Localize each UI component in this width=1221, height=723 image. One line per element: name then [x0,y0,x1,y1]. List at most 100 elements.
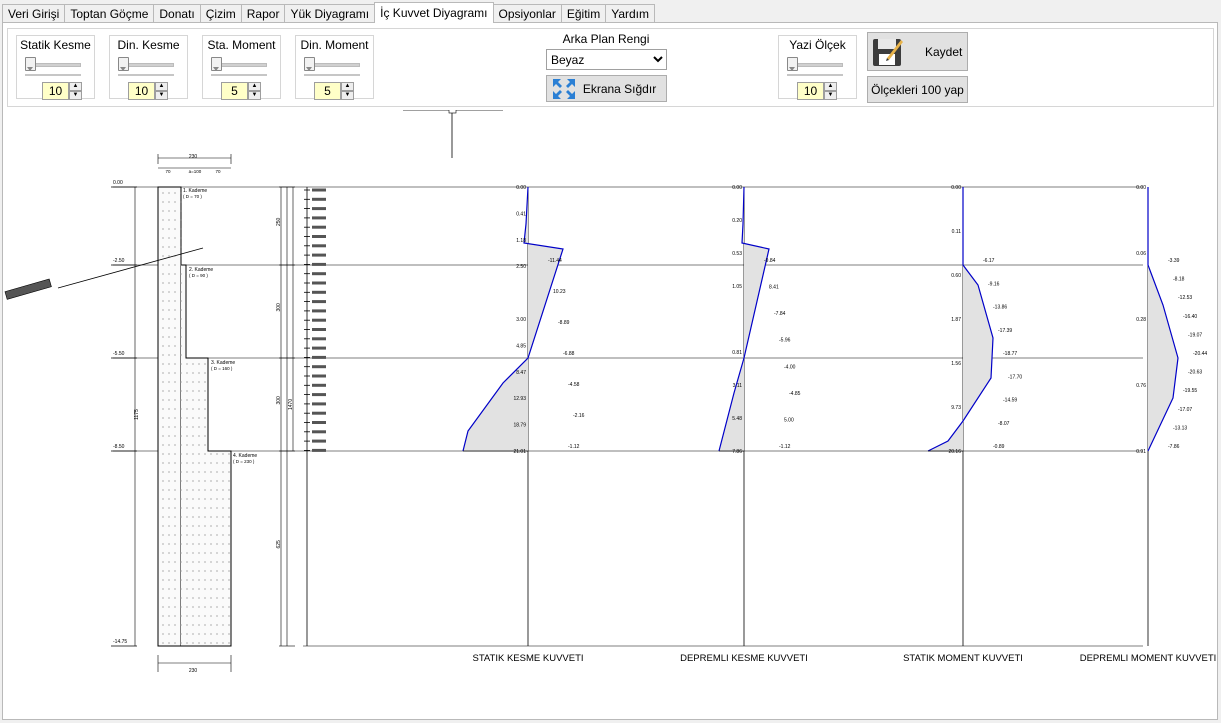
diagram-canvas[interactable]: 230 70 a=100 70 230 0.00 -2.50 -5.50 -8.50 -14.75… [3,106,1217,718]
pile-texture-dot [168,201,170,203]
save-button[interactable]: Kaydet [867,32,968,71]
pile-texture-dot [204,507,206,509]
pile-texture-dot [204,543,206,545]
tab-6[interactable]: Yük Diyagramı [284,4,376,22]
tab-4[interactable]: Çizim [199,4,242,22]
diagram-value-left: 3.11 [733,383,743,389]
diagram-value-left: 0.28 [1136,317,1146,323]
pile-texture-dot [192,480,194,482]
spin-up-icon[interactable]: ▲ [248,82,261,91]
scale-slider[interactable] [211,57,267,71]
pile-texture-dot [180,300,182,302]
pile-texture-dot [228,534,230,536]
scale-value[interactable]: 10 [42,82,69,100]
pile-texture-dot [174,210,176,212]
axis-tick-label [312,393,326,397]
scale-slider[interactable] [25,57,81,71]
pile-texture-dot [192,390,194,392]
dim-segment-height: 300 [276,396,282,405]
pile-texture-dot [210,561,212,563]
diagram-value-left: 0.00 [1136,185,1146,191]
font-scale-value[interactable]: 10 [797,82,824,100]
pile-texture-dot [174,462,176,464]
pile-texture-dot [162,201,164,203]
scale-spinner[interactable]: 10 ▲ ▼ [42,82,82,100]
level-label: -8.50 [113,444,125,450]
tab-8[interactable]: Opsiyonlar [492,4,562,22]
font-scale-label: Yazi Ölçek [789,38,846,52]
scale-spinner[interactable]: 5 ▲ ▼ [221,82,261,100]
pile-texture-dot [228,615,230,617]
axis-tick-label [312,253,326,257]
pile-texture-dot [186,624,188,626]
pile-texture-dot [204,426,206,428]
pile-texture-dot [162,642,164,644]
spin-up-icon[interactable]: ▲ [155,82,168,91]
pile-texture-dot [162,561,164,563]
pile-texture-dot [210,498,212,500]
tab-9[interactable]: Eğitim [560,4,607,22]
scale-value[interactable]: 10 [128,82,155,100]
pile-texture-dot [198,561,200,563]
pile-texture-dot [186,399,188,401]
tab-7[interactable]: İç Kuvvet Diyagramı [374,2,494,23]
dim-segment-height: 300 [276,303,282,312]
pile-texture-dot [198,444,200,446]
pile-texture-dot [162,489,164,491]
font-scale-slider[interactable] [787,57,843,71]
pile-texture-dot [168,255,170,257]
scale-spinner[interactable]: 10 ▲ ▼ [128,82,168,100]
spin-up-icon[interactable]: ▲ [824,82,837,91]
spin-down-icon[interactable]: ▼ [69,91,82,100]
background-color-select[interactable]: Beyaz [546,49,667,70]
spin-down-icon[interactable]: ▼ [824,91,837,100]
pile-texture-dot [186,579,188,581]
pile-texture-dot [198,534,200,536]
spin-down-icon[interactable]: ▼ [248,91,261,100]
pile-texture-dot [162,435,164,437]
tab-5[interactable]: Rapor [240,4,286,22]
scale-spinner[interactable]: 5 ▲ ▼ [314,82,354,100]
pile-texture-dot [222,633,224,635]
pile-texture-dot [168,399,170,401]
tab-10[interactable]: Yardım [605,4,656,22]
pile-texture-dot [162,570,164,572]
diagram-value-right: -3.39 [1168,258,1180,264]
scale-slider[interactable] [118,57,174,71]
pile-texture-dot [168,525,170,527]
tab-3[interactable]: Donatı [153,4,201,22]
spin-down-icon[interactable]: ▼ [341,91,354,100]
pile-texture-dot [168,480,170,482]
pile-texture-dot [168,282,170,284]
pile-texture-dot [162,507,164,509]
spin-up-icon[interactable]: ▲ [69,82,82,91]
pile-texture-dot [174,399,176,401]
pile-texture-dot [174,624,176,626]
dim-segment-height: 250 [276,217,282,226]
pile-texture-dot [168,579,170,581]
tab-1[interactable]: Veri Girişi [2,4,66,22]
diagram-value-right: -9.84 [764,258,776,264]
pile-texture-dot [228,525,230,527]
spin-up-icon[interactable]: ▲ [341,82,354,91]
scale-slider[interactable] [304,57,360,71]
pile-texture-dot [198,408,200,410]
pile-texture-dot [210,462,212,464]
pile-texture-dot [162,624,164,626]
pile-texture-dot [168,444,170,446]
pile-texture-dot [162,282,164,284]
scale-value[interactable]: 5 [314,82,341,100]
pile-texture-dot [204,399,206,401]
font-scale-spinner[interactable]: 10 ▲ ▼ [797,82,837,100]
pile-texture-dot [204,381,206,383]
reset-scales-button[interactable]: Ölçekleri 100 yap [867,76,968,103]
tab-2[interactable]: Toptan Göçme [64,4,155,22]
pile-texture-dot [216,633,218,635]
pile-texture-dot [168,246,170,248]
pile-texture-dot [174,642,176,644]
pile-texture-dot [162,462,164,464]
diagram-fill [719,187,769,451]
scale-value[interactable]: 5 [221,82,248,100]
fit-to-screen-button[interactable]: Ekrana Sığdır [546,75,667,102]
spin-down-icon[interactable]: ▼ [155,91,168,100]
